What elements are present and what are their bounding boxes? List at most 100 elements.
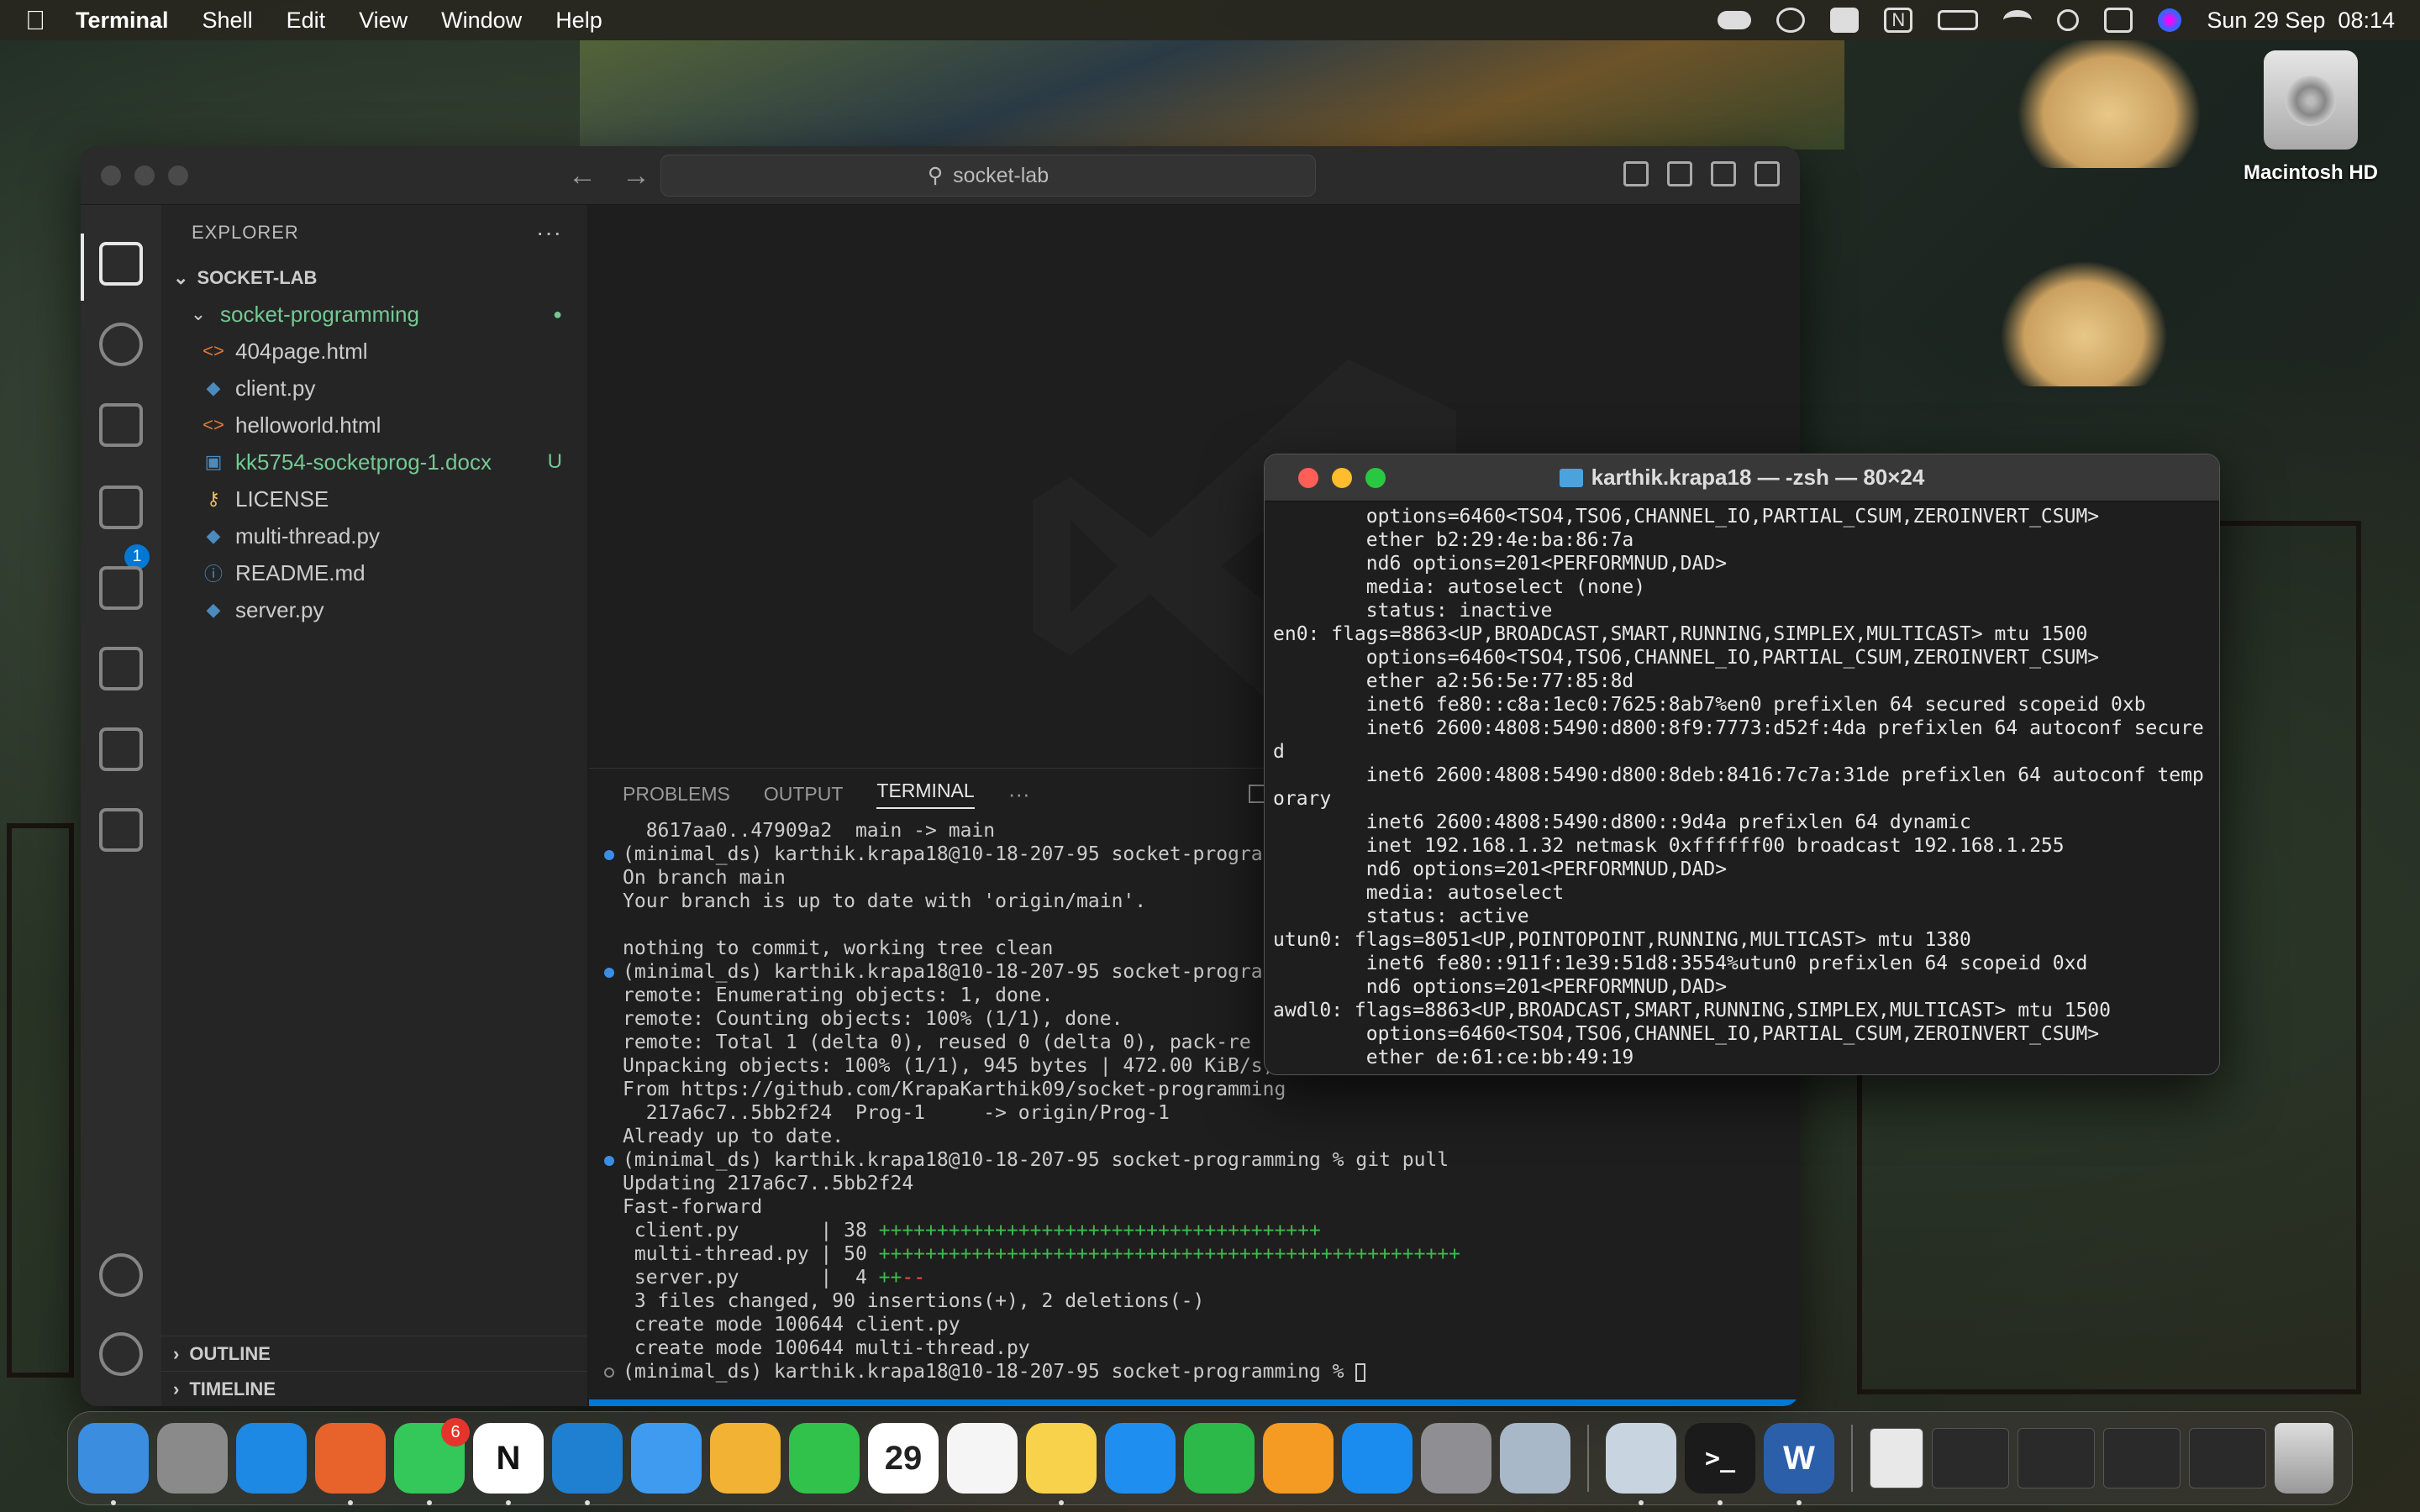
photos-dock-icon[interactable] [710,1423,781,1494]
notes-dock-icon[interactable] [1026,1423,1097,1505]
toggle-secondary-sidebar-icon[interactable] [1711,161,1736,186]
app-store-dock-icon[interactable] [1342,1423,1413,1494]
gear-icon[interactable] [99,1332,143,1376]
customize-layout-icon[interactable] [1754,161,1780,186]
minimize-button[interactable] [1332,468,1352,488]
preview-dock-icon[interactable] [1606,1423,1676,1505]
terminal-titlebar: karthik.krapa18 — -zsh — 80×24 [1265,454,2219,501]
workspace-root[interactable]: ⌄ SOCKET-LAB [161,260,587,296]
remote-explorer-icon[interactable] [99,647,143,690]
firefox-dock-icon[interactable] [315,1423,386,1505]
menu-clock[interactable]: Sun 29 Sep 08:14 [2207,8,2395,34]
notion-dock-icon[interactable]: N [473,1423,544,1505]
trash-dock-icon[interactable] [2275,1423,2333,1494]
terminal-dock-icon[interactable]: >_ [1685,1423,1755,1505]
file-item[interactable]: ◆ multi-thread.py [161,517,587,554]
menu-edit[interactable]: Edit [287,8,326,34]
file-item[interactable]: ⚷ LICENSE [161,480,587,517]
messages-dock-icon[interactable]: 6 [394,1418,470,1505]
reminders-dock-icon[interactable] [947,1423,1018,1494]
word-icon-label: W [1783,1439,1815,1477]
tab-problems[interactable]: PROBLEMS [623,783,730,806]
back-arrow-icon[interactable]: ← [568,160,597,192]
menu-view[interactable]: View [359,8,408,34]
terminal-line-text: 217a6c7..5bb2f24 Prog-1 -> origin/Prog-1 [623,1102,1170,1124]
drive-icon[interactable] [1830,8,1860,33]
mail-dock-icon[interactable] [631,1423,702,1494]
menu-app-name[interactable]: Terminal [76,8,169,34]
terminal-line-text: Already up to date. [623,1126,844,1147]
window-thumbnail-4[interactable] [2189,1428,2266,1488]
window-thumbnail-1[interactable] [1932,1428,2009,1488]
file-item[interactable]: <> helloworld.html [161,407,587,444]
zoom-button[interactable] [168,165,188,186]
terminal-line-text: From https://github.com/KrapaKarthik09/s… [623,1079,1286,1100]
siri-icon[interactable] [2158,8,2182,32]
file-item[interactable]: <> 404page.html [161,333,587,370]
close-button[interactable] [1298,468,1318,488]
apple-menu-icon[interactable]:  [25,5,45,36]
pages-dock-icon[interactable] [1263,1423,1334,1494]
tab-terminal[interactable]: TERMINAL [876,780,975,809]
control-center-icon[interactable] [2104,8,2133,33]
zoom-button[interactable] [1365,468,1386,488]
word-dock-icon[interactable]: W [1764,1423,1834,1505]
vscode-traffic-lights [101,165,188,186]
command-center-search[interactable]: ⚲ socket-lab [660,155,1316,197]
window-thumbnail-3[interactable] [2103,1428,2181,1488]
launchpad-dock-icon[interactable] [157,1423,228,1494]
running-indicator [585,1500,590,1505]
diffstat-file: client.py | 38 [623,1220,879,1242]
search-icon[interactable] [2057,9,2080,31]
vscode-dock-icon[interactable] [552,1423,623,1505]
search-view-icon[interactable] [99,323,143,366]
tab-output[interactable]: OUTPUT [764,783,844,806]
docker-icon[interactable] [99,808,143,852]
extensions-icon[interactable] [99,566,143,610]
wifi-icon[interactable] [2003,10,2033,30]
system-settings-dock-icon[interactable] [1421,1423,1491,1494]
macintosh-hd-desktop-icon[interactable]: Macintosh HD [2218,50,2403,185]
menu-shell[interactable]: Shell [203,8,253,34]
menu-help[interactable]: Help [555,8,602,34]
forward-arrow-icon[interactable]: → [622,160,650,192]
facetime-dock-icon[interactable] [789,1423,860,1494]
more-actions-icon[interactable]: ··· [536,219,562,246]
window-thumbnail-2[interactable] [2018,1428,2095,1488]
terminal-output[interactable]: options=6460<TSO4,TSO6,CHANNEL_IO,PARTIA… [1265,501,2219,1069]
folder-socket-programming[interactable]: ⌄ socket-programming ● [161,296,587,333]
minimize-button[interactable] [134,165,155,186]
terminal-line-text: Updating 217a6c7..5bb2f24 [623,1173,914,1194]
timeline-section[interactable]: › TIMELINE [161,1371,587,1406]
testing-icon[interactable] [99,727,143,771]
file-item[interactable]: ▣ kk5754-socketprog-1.docx U [161,444,587,480]
chevron-right-icon: › [173,1378,180,1399]
toggle-primary-sidebar-icon[interactable] [1623,161,1649,186]
file-item[interactable]: ⓘ README.md [161,554,587,591]
accounts-icon[interactable] [99,1253,143,1297]
terminal-output-line: options=6460<TSO4,TSO6,CHANNEL_IO,PARTIA… [1273,506,2100,528]
keynote-dock-icon[interactable] [1105,1423,1176,1494]
explorer-icon[interactable] [99,242,143,286]
creative-cloud-icon[interactable] [1776,8,1806,33]
panel-more-icon[interactable]: ··· [1008,781,1030,807]
icloud-icon[interactable] [1718,11,1752,29]
calendar-dock-icon[interactable]: 29 [868,1423,939,1494]
iphone-mirroring-dock-icon[interactable] [1500,1423,1570,1494]
close-button[interactable] [101,165,121,186]
toggle-panel-icon[interactable] [1667,161,1692,186]
chevron-down-icon: ⌄ [190,303,207,324]
notion-menu-icon[interactable]: N [1884,8,1913,33]
file-item[interactable]: ◆ client.py [161,370,587,407]
source-control-icon[interactable] [99,403,143,447]
outline-section[interactable]: › OUTLINE [161,1336,587,1371]
menu-window[interactable]: Window [441,8,522,34]
run-debug-icon[interactable] [99,486,143,529]
safari-dock-icon[interactable] [236,1423,307,1494]
finder-dock-icon[interactable] [78,1423,149,1505]
battery-icon[interactable] [1938,10,1979,30]
wallpaper-bird-top [2017,34,2202,168]
document-thumbnail[interactable] [1870,1428,1923,1488]
file-item[interactable]: ◆ server.py [161,591,587,628]
numbers-dock-icon[interactable] [1184,1423,1255,1494]
